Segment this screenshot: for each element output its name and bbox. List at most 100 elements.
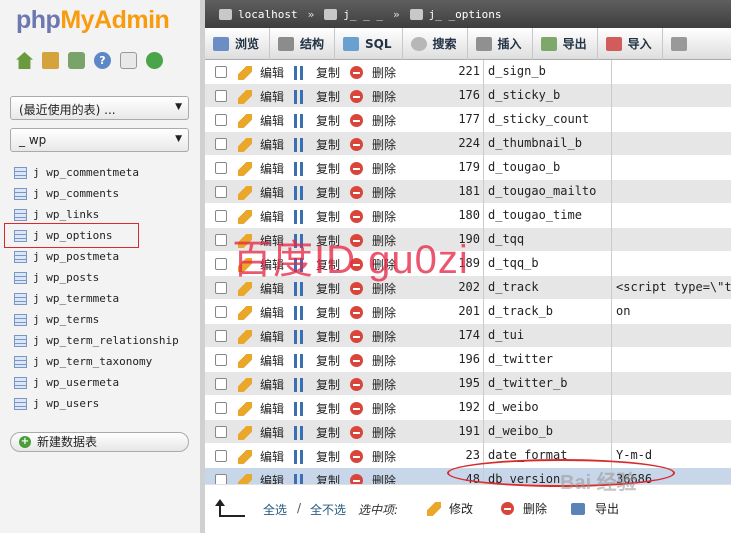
- edit-row-button[interactable]: 编辑: [238, 424, 284, 441]
- row-checkbox[interactable]: [215, 354, 227, 366]
- copy-row-button[interactable]: 复制: [294, 304, 340, 321]
- edit-row-button[interactable]: 编辑: [238, 256, 284, 273]
- edit-row-button[interactable]: 编辑: [238, 328, 284, 345]
- row-checkbox[interactable]: [215, 234, 227, 246]
- sidebar-table-item[interactable]: j wp_usermeta: [14, 372, 179, 393]
- tab-export[interactable]: 导出: [540, 27, 598, 60]
- copy-row-button[interactable]: 复制: [294, 160, 340, 177]
- copy-row-button[interactable]: 复制: [294, 352, 340, 369]
- bulk-export-button[interactable]: 导出: [571, 500, 619, 517]
- recent-tables-select[interactable]: (最近使用的表) ... ▼: [10, 96, 189, 120]
- sidebar-table-item[interactable]: j wp_links: [14, 204, 179, 225]
- copy-row-button[interactable]: 复制: [294, 136, 340, 153]
- row-checkbox[interactable]: [215, 426, 227, 438]
- delete-row-button[interactable]: 删除: [350, 160, 396, 177]
- sidebar-table-item[interactable]: j wp_commentmeta: [14, 162, 179, 183]
- sidebar-table-item[interactable]: j wp_terms: [14, 309, 179, 330]
- edit-row-button[interactable]: 编辑: [238, 376, 284, 393]
- tab-structure[interactable]: 结构: [278, 27, 336, 60]
- bulk-edit-button[interactable]: 修改: [427, 500, 473, 517]
- delete-row-button[interactable]: 删除: [350, 424, 396, 441]
- delete-row-button[interactable]: 删除: [350, 328, 396, 345]
- new-table-button[interactable]: + 新建数据表: [10, 432, 189, 452]
- uncheck-all-link[interactable]: 全不选: [310, 501, 346, 518]
- tab-import[interactable]: 导入: [605, 27, 663, 60]
- row-checkbox[interactable]: [215, 162, 227, 174]
- phpmyadmin-logo[interactable]: phpMyAdmin: [16, 6, 170, 35]
- delete-row-button[interactable]: 删除: [350, 232, 396, 249]
- database-select[interactable]: _ wp ▼: [10, 128, 189, 152]
- sidebar-table-item[interactable]: j wp_termmeta: [14, 288, 179, 309]
- reload-icon[interactable]: [146, 52, 163, 69]
- sidebar-table-item[interactable]: j wp_comments: [14, 183, 179, 204]
- copy-row-button[interactable]: 复制: [294, 64, 340, 81]
- sidebar-table-item[interactable]: j wp_term_taxonomy: [14, 351, 179, 372]
- copy-row-button[interactable]: 复制: [294, 208, 340, 225]
- copy-row-button[interactable]: 复制: [294, 376, 340, 393]
- row-checkbox[interactable]: [215, 306, 227, 318]
- edit-row-button[interactable]: 编辑: [238, 160, 284, 177]
- edit-row-button[interactable]: 编辑: [238, 136, 284, 153]
- breadcrumb-database[interactable]: j_ _ _: [343, 8, 383, 21]
- tab-browse[interactable]: 浏览: [213, 27, 271, 60]
- row-checkbox[interactable]: [215, 330, 227, 342]
- breadcrumb-table[interactable]: j_ _options: [429, 8, 502, 21]
- home-icon[interactable]: [16, 52, 33, 69]
- delete-row-button[interactable]: 删除: [350, 208, 396, 225]
- row-checkbox[interactable]: [215, 210, 227, 222]
- row-checkbox[interactable]: [215, 66, 227, 78]
- edit-row-button[interactable]: 编辑: [238, 304, 284, 321]
- sidebar-table-item[interactable]: j wp_users: [14, 393, 179, 414]
- copy-row-button[interactable]: 复制: [294, 400, 340, 417]
- row-checkbox[interactable]: [215, 186, 227, 198]
- delete-row-button[interactable]: 删除: [350, 184, 396, 201]
- delete-row-button[interactable]: 删除: [350, 112, 396, 129]
- copy-row-button[interactable]: 复制: [294, 328, 340, 345]
- edit-row-button[interactable]: 编辑: [238, 184, 284, 201]
- row-checkbox[interactable]: [215, 90, 227, 102]
- row-checkbox[interactable]: [215, 378, 227, 390]
- edit-row-button[interactable]: 编辑: [238, 400, 284, 417]
- tab-search[interactable]: 搜索: [410, 27, 468, 60]
- sidebar-table-item[interactable]: j wp_term_relationship: [14, 330, 179, 351]
- delete-row-button[interactable]: 删除: [350, 400, 396, 417]
- check-all-link[interactable]: 全选: [263, 501, 287, 518]
- delete-row-button[interactable]: 删除: [350, 136, 396, 153]
- sidebar-table-item[interactable]: j wp_posts: [14, 267, 179, 288]
- edit-row-button[interactable]: 编辑: [238, 208, 284, 225]
- row-checkbox[interactable]: [215, 258, 227, 270]
- documentation-icon[interactable]: [120, 52, 137, 69]
- tab-more[interactable]: [670, 28, 703, 60]
- edit-row-button[interactable]: 编辑: [238, 232, 284, 249]
- tab-insert[interactable]: 插入: [475, 27, 533, 60]
- edit-row-button[interactable]: 编辑: [238, 280, 284, 297]
- edit-row-button[interactable]: 编辑: [238, 88, 284, 105]
- bulk-delete-button[interactable]: 删除: [501, 500, 547, 517]
- delete-row-button[interactable]: 删除: [350, 376, 396, 393]
- copy-row-button[interactable]: 复制: [294, 448, 340, 465]
- sidebar-table-item[interactable]: j wp_options: [4, 223, 139, 248]
- copy-row-button[interactable]: 复制: [294, 184, 340, 201]
- breadcrumb-server[interactable]: localhost: [238, 8, 298, 21]
- row-checkbox[interactable]: [215, 450, 227, 462]
- row-checkbox[interactable]: [215, 114, 227, 126]
- copy-row-button[interactable]: 复制: [294, 88, 340, 105]
- edit-row-button[interactable]: 编辑: [238, 112, 284, 129]
- copy-row-button[interactable]: 复制: [294, 280, 340, 297]
- edit-row-button[interactable]: 编辑: [238, 64, 284, 81]
- row-checkbox[interactable]: [215, 138, 227, 150]
- logout-icon[interactable]: [42, 52, 59, 69]
- copy-row-button[interactable]: 复制: [294, 256, 340, 273]
- sidebar-table-item[interactable]: j wp_postmeta: [14, 246, 179, 267]
- delete-row-button[interactable]: 删除: [350, 304, 396, 321]
- copy-row-button[interactable]: 复制: [294, 232, 340, 249]
- query-window-icon[interactable]: [68, 52, 85, 69]
- delete-row-button[interactable]: 删除: [350, 280, 396, 297]
- row-checkbox[interactable]: [215, 282, 227, 294]
- delete-row-button[interactable]: 删除: [350, 352, 396, 369]
- delete-row-button[interactable]: 删除: [350, 88, 396, 105]
- delete-row-button[interactable]: 删除: [350, 256, 396, 273]
- tab-sql[interactable]: SQL: [343, 27, 403, 60]
- row-checkbox[interactable]: [215, 402, 227, 414]
- help-icon[interactable]: ?: [94, 52, 111, 69]
